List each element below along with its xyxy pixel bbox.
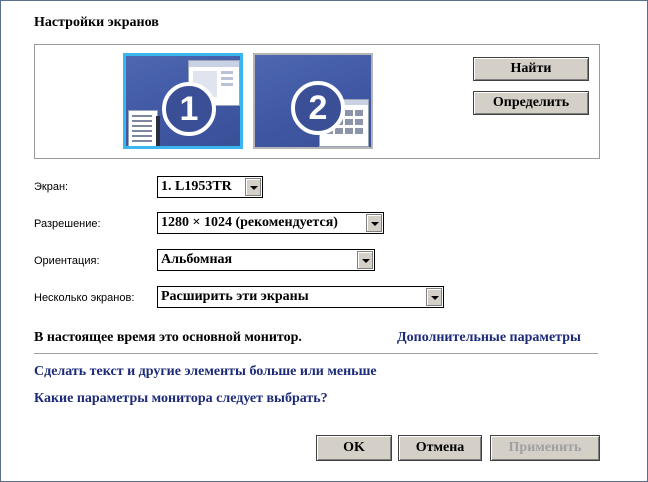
chevron-down-icon[interactable] [245,178,261,196]
which-settings-link[interactable]: Какие параметры монитора следует выбрать… [34,391,328,407]
find-button[interactable]: Найти [473,57,589,81]
resolution-select[interactable]: 1280 × 1024 (рекомендуется) [157,212,384,234]
monitor-number-1: 1 [162,82,216,136]
orientation-label: Ориентация: [34,255,100,267]
page-title: Настройки экранов [34,15,159,30]
orientation-select[interactable]: Альбомная [157,249,375,271]
multiple-displays-select[interactable]: Расширить эти экраны [157,286,444,308]
sidebar-bar-icon [156,116,160,146]
text-size-link[interactable]: Сделать текст и другие элементы больше и… [34,364,377,380]
divider [34,353,598,354]
main-monitor-status: В настоящее время это основной монитор. [34,330,302,345]
monitor-preview-area: 1 2 Найти Определить [34,44,600,159]
cancel-button[interactable]: Отмена [398,435,482,461]
document-thumbnail-icon [128,110,158,146]
display-select[interactable]: 1. L1953TR [157,176,263,198]
chevron-down-icon[interactable] [366,214,382,232]
advanced-settings-link[interactable]: Дополнительные параметры [397,330,581,346]
multiple-displays-label: Несколько экранов: [34,292,135,304]
resolution-select-value: 1280 × 1024 (рекомендуется) [161,215,338,230]
monitor-2-tile[interactable]: 2 [253,53,373,149]
resolution-label: Разрешение: [34,218,101,230]
monitor-number-2: 2 [291,81,345,135]
orientation-select-value: Альбомная [161,252,233,267]
display-label: Экран: [34,181,69,193]
monitor-1-tile[interactable]: 1 [123,53,243,149]
identify-button[interactable]: Определить [473,91,589,115]
apply-button[interactable]: Применить [490,435,600,461]
multiple-displays-select-value: Расширить эти экраны [161,289,309,304]
chevron-down-icon[interactable] [357,251,373,269]
chevron-down-icon[interactable] [426,288,442,306]
display-select-value: 1. L1953TR [161,179,232,194]
ok-button[interactable]: OK [316,435,392,461]
